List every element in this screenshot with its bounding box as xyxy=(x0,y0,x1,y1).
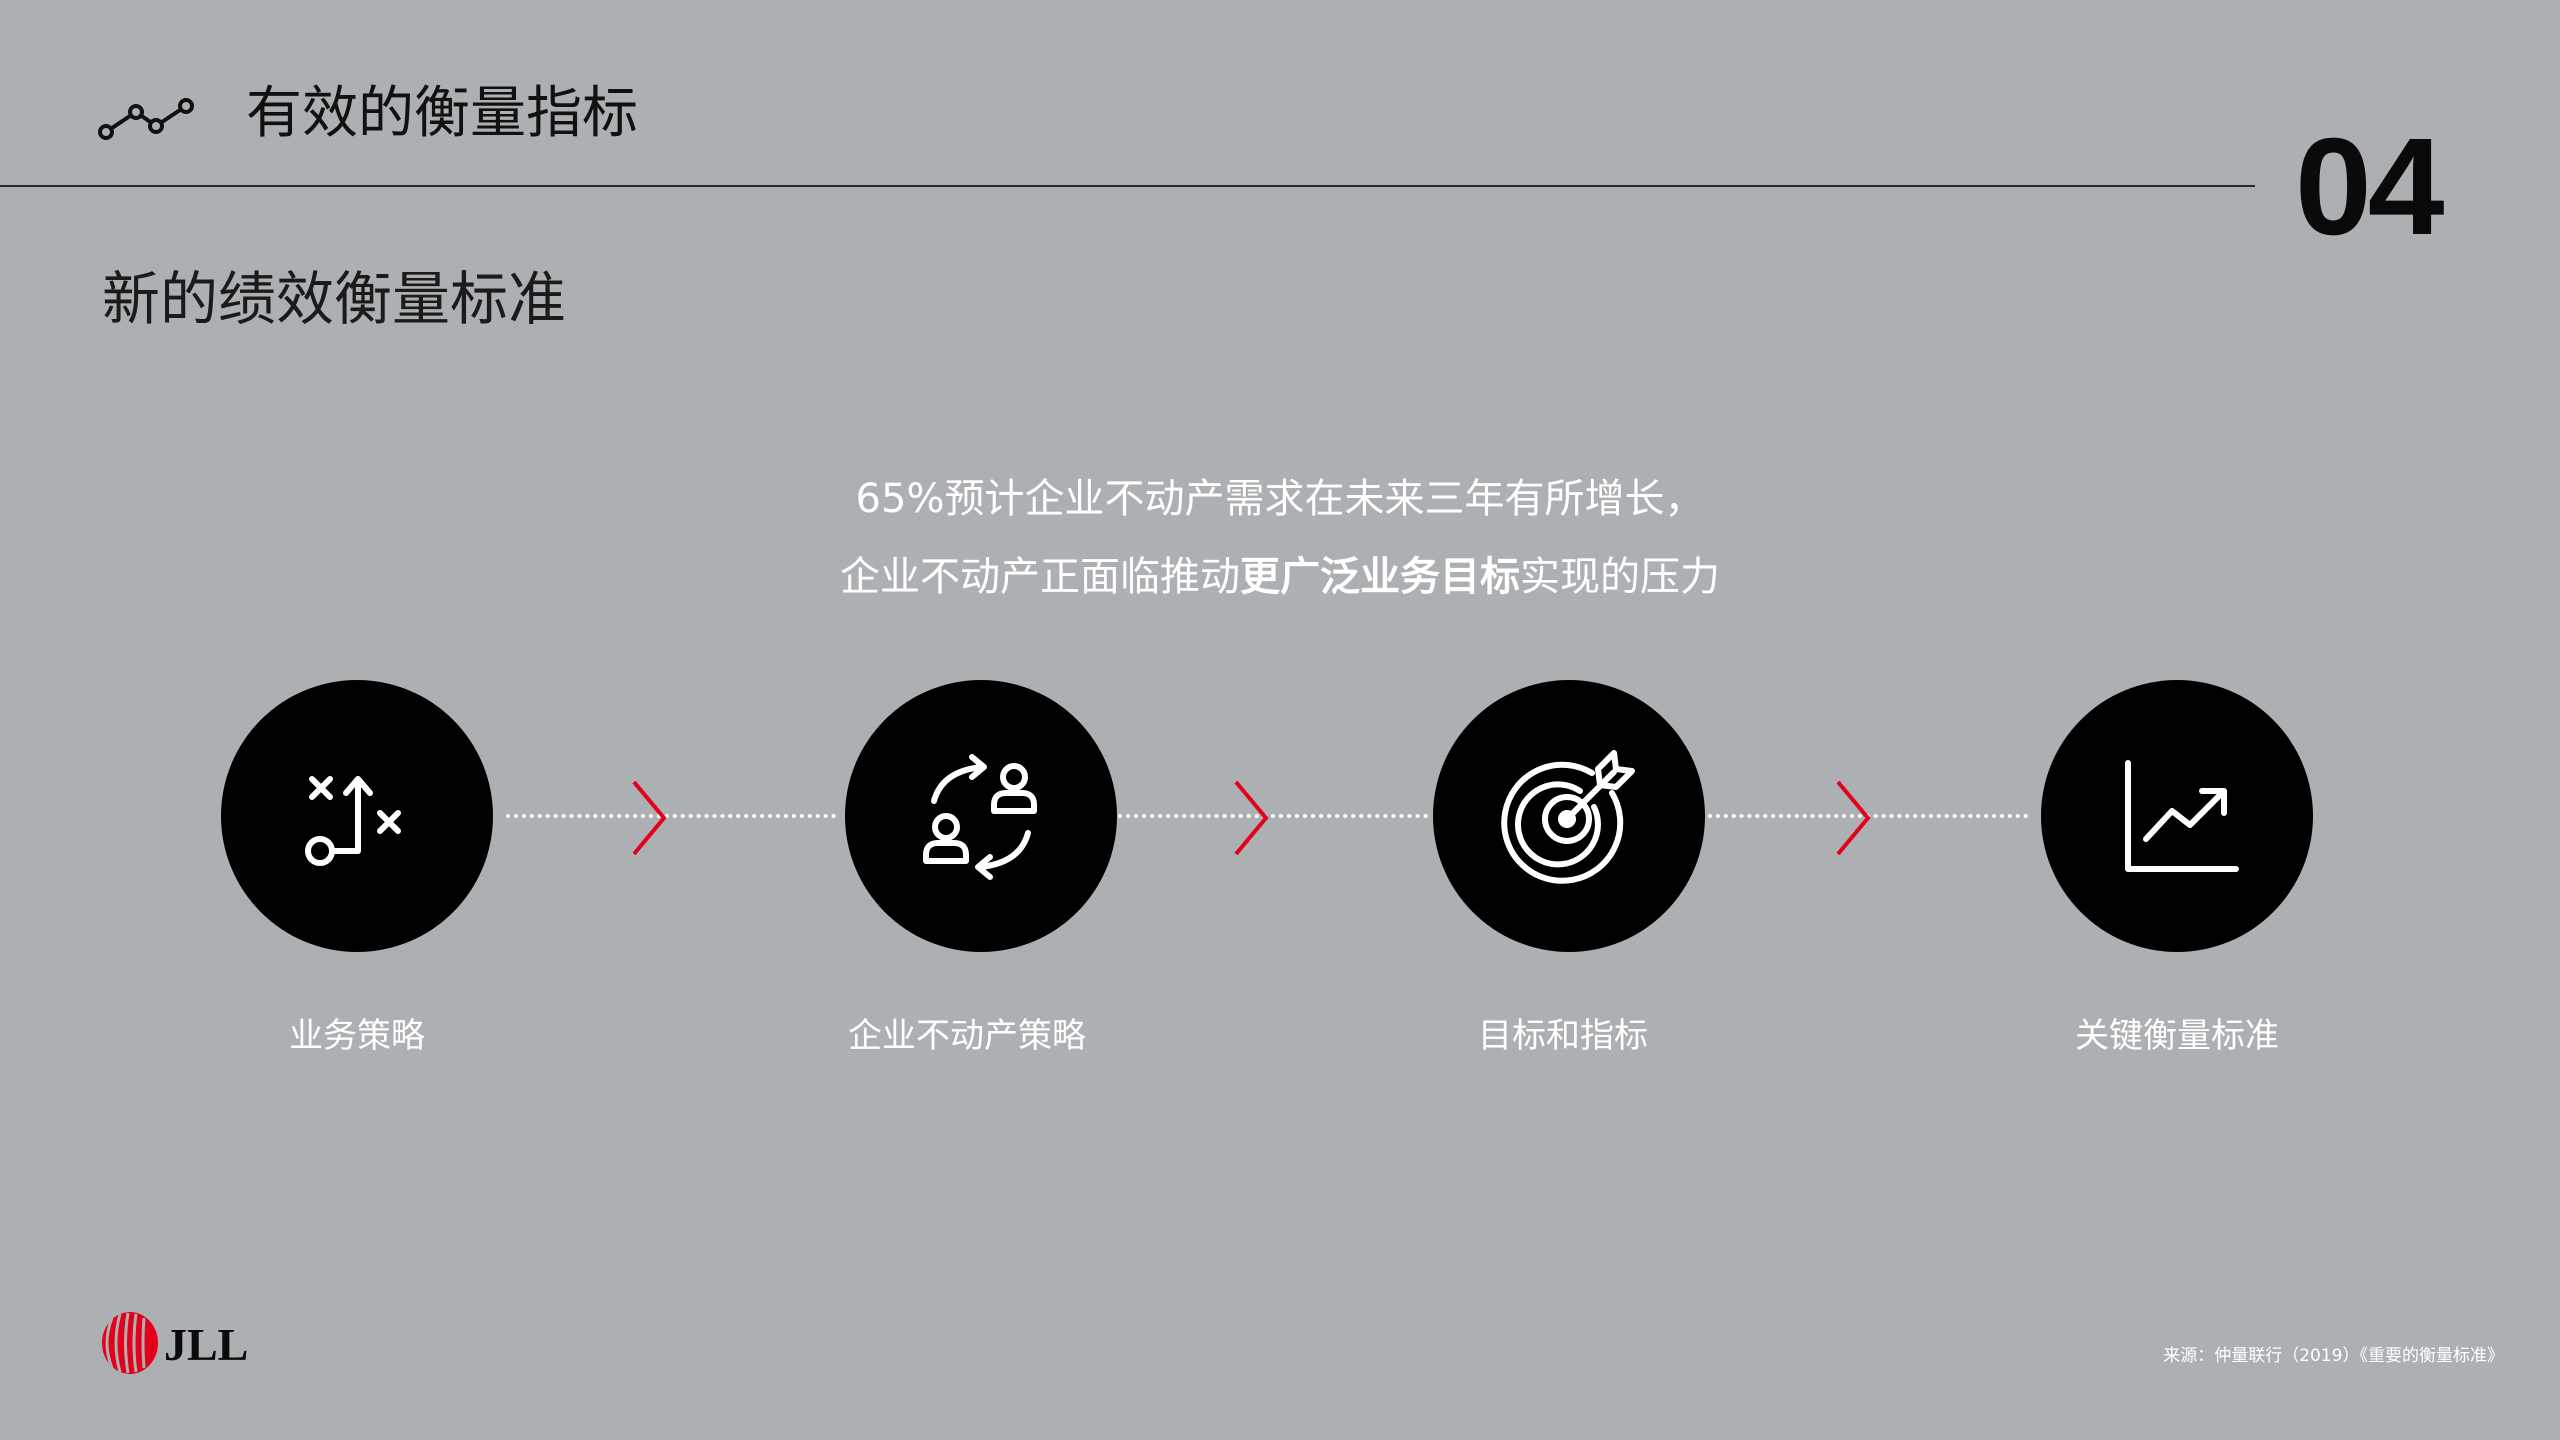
step-key-metrics xyxy=(2041,680,2313,952)
section-number: 04 xyxy=(2295,110,2444,264)
connector-line xyxy=(1118,814,1428,818)
chevron-right-icon xyxy=(1234,780,1269,856)
step-goals-metrics xyxy=(1433,680,1705,952)
strategy-play-icon xyxy=(305,776,401,866)
step-label: 业务策略 xyxy=(289,1016,425,1056)
step-label: 目标和指标 xyxy=(1478,1016,1648,1056)
statement-prefix: 企业不动产正面临推动 xyxy=(840,554,1240,600)
statement-emphasis: 更广泛业务目标 xyxy=(1240,554,1520,600)
growth-chart-icon xyxy=(2125,760,2239,872)
page-title: 有效的衡量指标 xyxy=(246,81,638,146)
jll-logo: JLL xyxy=(102,1312,248,1374)
connector-line xyxy=(506,814,836,818)
step-business-strategy xyxy=(221,680,493,952)
step-label: 企业不动产策略 xyxy=(848,1016,1086,1056)
statement-line-1: 65%预计企业不动产需求在未来三年有所增长， xyxy=(855,476,1705,522)
statement-suffix: 实现的压力 xyxy=(1520,554,1720,600)
chevron-right-icon xyxy=(1836,780,1871,856)
svg-text:JLL: JLL xyxy=(164,1319,248,1370)
statement-line-2: 企业不动产正面临推动更广泛业务目标实现的压力 xyxy=(0,553,2560,601)
target-arrow-icon xyxy=(1501,750,1635,884)
source-citation: 来源：仲量联行（2019）《重要的衡量标准》 xyxy=(2163,1346,2504,1366)
header-divider xyxy=(0,185,2255,187)
chevron-right-icon xyxy=(632,780,667,856)
section-subtitle: 新的绩效衡量标准 xyxy=(102,265,567,333)
trend-line-icon xyxy=(98,98,194,140)
people-exchange-icon xyxy=(923,754,1037,880)
step-label: 关键衡量标准 xyxy=(2075,1016,2279,1056)
step-cre-strategy xyxy=(845,680,1117,952)
